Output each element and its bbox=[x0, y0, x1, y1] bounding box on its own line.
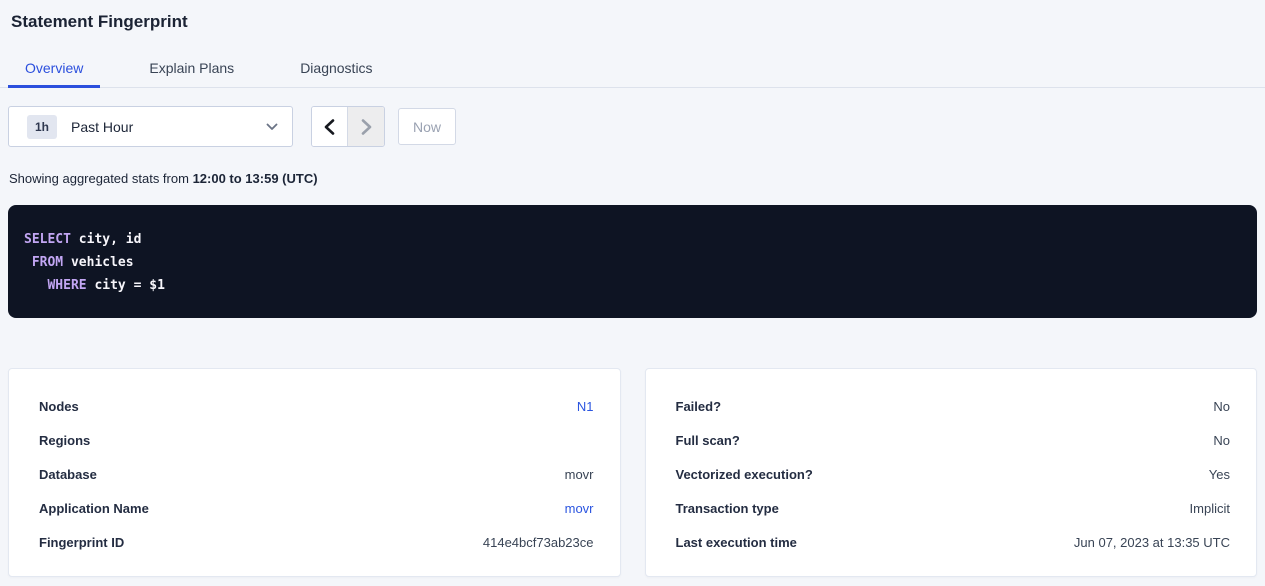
time-step-group bbox=[311, 106, 385, 147]
detail-label: Nodes bbox=[39, 399, 79, 414]
detail-label: Fingerprint ID bbox=[39, 535, 124, 550]
sql-keyword: WHERE bbox=[47, 278, 86, 293]
stats-range: 12:00 to 13:59 (UTC) bbox=[193, 171, 318, 186]
detail-label: Application Name bbox=[39, 501, 149, 516]
time-range-dropdown[interactable]: 1h Past Hour bbox=[8, 106, 293, 147]
row-application-name: Application Name movr bbox=[39, 491, 594, 525]
chevron-down-icon bbox=[266, 123, 278, 131]
detail-cards: Nodes N1 Regions Database movr Applicati… bbox=[8, 368, 1257, 577]
detail-label: Last execution time bbox=[676, 535, 797, 550]
detail-value: Jun 07, 2023 at 13:35 UTC bbox=[1074, 535, 1230, 550]
detail-value: No bbox=[1213, 399, 1230, 414]
row-last-execution-time: Last execution time Jun 07, 2023 at 13:3… bbox=[676, 525, 1231, 559]
detail-label: Regions bbox=[39, 433, 90, 448]
prev-range-button[interactable] bbox=[312, 107, 348, 146]
chevron-right-icon bbox=[361, 119, 372, 135]
row-transaction-type: Transaction type Implicit bbox=[676, 491, 1231, 525]
detail-label: Full scan? bbox=[676, 433, 740, 448]
row-full-scan: Full scan? No bbox=[676, 423, 1231, 457]
sql-keyword: FROM bbox=[32, 255, 63, 270]
sql-line-2: FROM vehicles bbox=[24, 251, 1241, 274]
stats-prefix: Showing aggregated stats from bbox=[9, 171, 193, 186]
detail-value: Implicit bbox=[1190, 501, 1230, 516]
interval-badge: 1h bbox=[27, 115, 57, 139]
time-controls: 1h Past Hour Now bbox=[8, 106, 1265, 147]
detail-value: No bbox=[1213, 433, 1230, 448]
next-range-button[interactable] bbox=[348, 107, 384, 146]
aggregated-stats-line: Showing aggregated stats from 12:00 to 1… bbox=[9, 171, 1265, 186]
sql-keyword: SELECT bbox=[24, 232, 71, 247]
nodes-link[interactable]: N1 bbox=[577, 399, 594, 414]
detail-label: Vectorized execution? bbox=[676, 467, 813, 482]
row-vectorized-execution: Vectorized execution? Yes bbox=[676, 457, 1231, 491]
tab-explain-plans[interactable]: Explain Plans bbox=[132, 51, 251, 88]
tab-overview[interactable]: Overview bbox=[8, 51, 100, 88]
row-fingerprint-id: Fingerprint ID 414e4bcf73ab23ce bbox=[39, 525, 594, 559]
page-title: Statement Fingerprint bbox=[0, 0, 1265, 33]
sql-line-3: WHERE city = $1 bbox=[24, 274, 1241, 297]
row-database: Database movr bbox=[39, 457, 594, 491]
statement-details-card: Nodes N1 Regions Database movr Applicati… bbox=[8, 368, 621, 577]
detail-value: 414e4bcf73ab23ce bbox=[483, 535, 594, 550]
detail-value: Yes bbox=[1209, 467, 1230, 482]
application-name-link[interactable]: movr bbox=[565, 501, 594, 516]
chevron-left-icon bbox=[324, 119, 335, 135]
sql-statement-box: SELECT city, id FROM vehicles WHERE city… bbox=[8, 205, 1257, 318]
row-failed: Failed? No bbox=[676, 389, 1231, 423]
time-range-label: Past Hour bbox=[71, 119, 266, 135]
now-button[interactable]: Now bbox=[398, 108, 456, 145]
row-nodes: Nodes N1 bbox=[39, 389, 594, 423]
execution-attributes-card: Failed? No Full scan? No Vectorized exec… bbox=[645, 368, 1258, 577]
row-regions: Regions bbox=[39, 423, 594, 457]
tab-bar: Overview Explain Plans Diagnostics bbox=[0, 51, 1265, 88]
sql-line-1: SELECT city, id bbox=[24, 228, 1241, 251]
detail-label: Failed? bbox=[676, 399, 722, 414]
detail-label: Database bbox=[39, 467, 97, 482]
detail-value: movr bbox=[565, 467, 594, 482]
tab-diagnostics[interactable]: Diagnostics bbox=[283, 51, 389, 88]
detail-label: Transaction type bbox=[676, 501, 779, 516]
